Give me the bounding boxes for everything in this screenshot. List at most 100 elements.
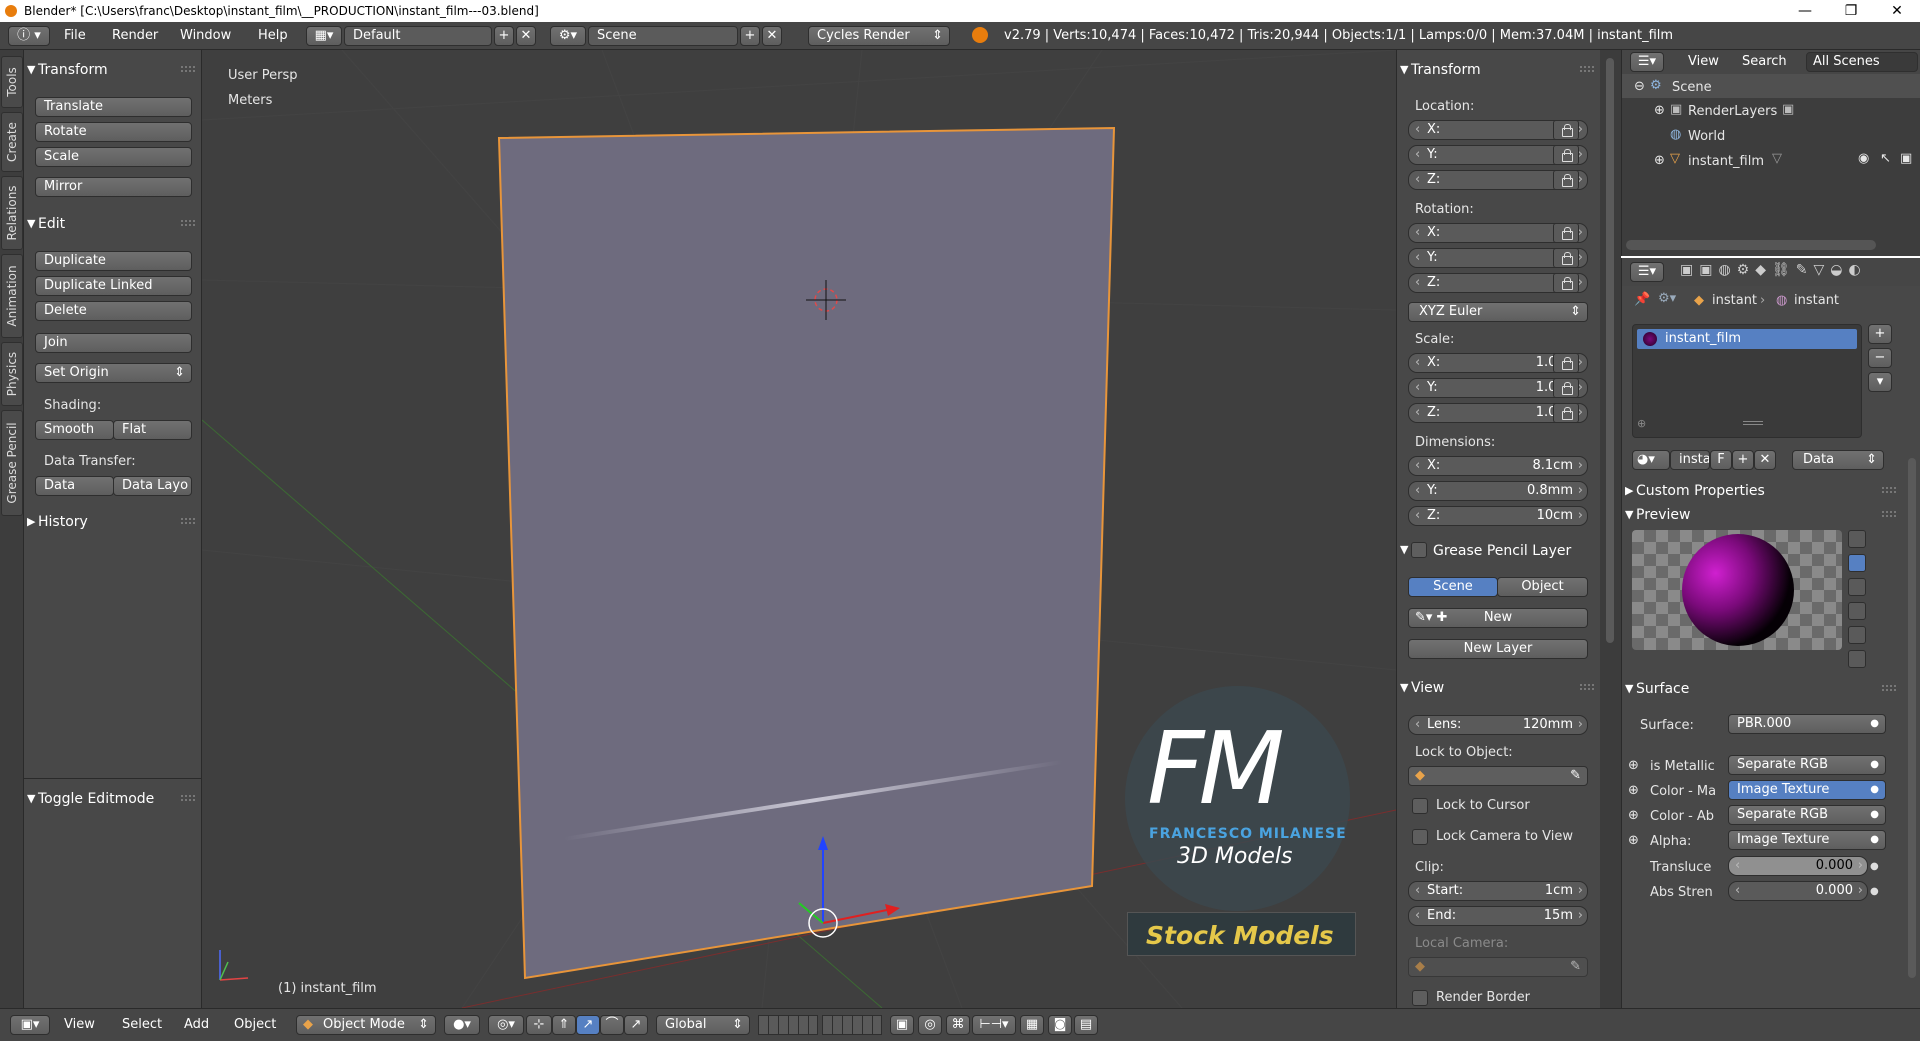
selectable-cursor-icon[interactable]: ↖ (1880, 151, 1891, 166)
renderable-camera-icon[interactable]: ▣ (1900, 151, 1912, 166)
edit-panel-header[interactable]: ▼ Edit (24, 213, 201, 235)
duplicate-button[interactable]: Duplicate (35, 251, 192, 271)
lock-scale-z-icon[interactable] (1553, 403, 1579, 423)
tab-tools[interactable]: Tools (1, 56, 23, 108)
scene-icon[interactable]: ⚙▾ (550, 26, 586, 46)
flat-button[interactable]: Flat (113, 420, 192, 440)
preview-sphere-icon[interactable] (1848, 554, 1866, 572)
material-slot-item[interactable]: instant_film (1637, 329, 1857, 349)
render-engine-select[interactable]: Cycles Render ⇕ (808, 26, 950, 46)
input-metallic-select[interactable]: Separate RGB ● (1728, 755, 1886, 775)
fake-user-button[interactable]: F (1710, 450, 1732, 470)
lock-location-x-icon[interactable] (1553, 120, 1579, 140)
layout-field[interactable]: Default (344, 26, 492, 46)
scale-button[interactable]: Scale (35, 147, 192, 167)
snap-element-icon[interactable]: ⊢⊣▾ (972, 1015, 1016, 1035)
smooth-button[interactable]: Smooth (35, 420, 114, 440)
lock-location-z-icon[interactable] (1553, 170, 1579, 190)
3d-viewport[interactable]: User Persp Meters (1) instant_film FM FR… (202, 50, 1396, 1008)
snap-toggle-icon[interactable]: ⌘ (946, 1015, 970, 1035)
material-specials-icon[interactable]: ▾ (1868, 372, 1892, 392)
lock-camera-checkbox[interactable] (1412, 829, 1428, 845)
clip-end-field[interactable]: End:15m (1408, 906, 1588, 926)
outliner-scrollbar[interactable] (1626, 240, 1876, 250)
menu-help[interactable]: Help (258, 22, 288, 50)
surface-node-select[interactable]: PBR.000 ● (1728, 714, 1886, 734)
transform-orientation-select[interactable]: Global ⇕ (656, 1015, 750, 1035)
gp-new-button[interactable]: ✎▾ ✚ New (1408, 608, 1588, 628)
viewport-menu-select[interactable]: Select (122, 1011, 162, 1039)
layout-icon[interactable]: ▦▾ (306, 26, 342, 46)
manipulator-toggle-icon[interactable]: ⊹ (526, 1015, 552, 1035)
input-alpha-select[interactable]: Image Texture ● (1728, 830, 1886, 850)
custom-properties-header[interactable]: ▶ Custom Properties (1622, 480, 1920, 502)
proportional-edit-icon[interactable]: ◎ (918, 1015, 942, 1035)
lens-field[interactable]: Lens:120mm (1408, 715, 1588, 735)
rotate-manipulator-icon[interactable]: ↗ (576, 1015, 600, 1035)
outliner-search-menu[interactable]: Search (1742, 50, 1787, 74)
outliner-item-world[interactable]: World (1688, 129, 1725, 144)
translucency-field[interactable]: 0.000 (1728, 856, 1868, 876)
remove-material-slot-icon[interactable]: − (1868, 348, 1892, 368)
add-layout-icon[interactable]: + (494, 26, 514, 46)
local-camera-field[interactable]: ◆ ✎ (1408, 957, 1588, 977)
maximize-button[interactable]: ❐ (1828, 0, 1874, 22)
rotation-mode-select[interactable]: XYZ Euler ⇕ (1408, 302, 1588, 322)
outliner-filter-select[interactable]: All Scenes (1806, 52, 1918, 72)
layers-grid-b[interactable] (822, 1015, 882, 1035)
editor-type-icon[interactable]: ⓘ ▾ (8, 26, 50, 46)
mirror-button[interactable]: Mirror (35, 177, 192, 197)
translate-manipulator-icon[interactable]: ⇑ (552, 1015, 576, 1035)
scale-manipulator-icon[interactable]: ⌒ (600, 1015, 624, 1035)
translate-button[interactable]: Translate (35, 97, 192, 117)
n-panel-scrollbar[interactable] (1600, 50, 1621, 1008)
pin-icon[interactable]: 📌 (1634, 292, 1650, 307)
mode-select[interactable]: ◆ Object Mode ⇕ (296, 1015, 436, 1035)
dimension-y-field[interactable]: Y:0.8mm (1408, 481, 1588, 501)
gp-new-layer-button[interactable]: New Layer (1408, 639, 1588, 659)
new-material-icon[interactable]: + (1732, 450, 1754, 470)
preview-hair-icon[interactable] (1848, 626, 1866, 644)
preview-monkey-icon[interactable] (1848, 602, 1866, 620)
menu-file[interactable]: File (64, 22, 86, 50)
join-button[interactable]: Join (35, 333, 192, 353)
grease-pencil-toggle[interactable] (1411, 542, 1427, 558)
shading-mode-icon[interactable]: ●▾ (444, 1015, 480, 1035)
render-still-icon[interactable]: ◙ (1048, 1015, 1072, 1035)
layers-grid-a[interactable] (758, 1015, 818, 1035)
lock-rotation-z-icon[interactable] (1553, 273, 1579, 293)
view-panel-header[interactable]: ▼ View (1397, 677, 1600, 699)
data-button[interactable]: Data (35, 476, 114, 496)
properties-editor-icon[interactable]: ☰▾ (1630, 262, 1664, 282)
material-browse-icon[interactable]: ◕▾ (1632, 450, 1670, 470)
n-transform-header[interactable]: ▼ Transform (1397, 59, 1600, 81)
tab-relations[interactable]: Relations (1, 176, 23, 250)
minimize-button[interactable]: — (1782, 0, 1828, 22)
lock-rotation-x-icon[interactable] (1553, 223, 1579, 243)
tab-physics[interactable]: Physics (1, 342, 23, 406)
dimension-z-field[interactable]: Z:10cm (1408, 506, 1588, 526)
outliner-item-instant-film[interactable]: instant_film (1688, 154, 1764, 169)
snap-target-icon[interactable]: ▦ (1020, 1015, 1044, 1035)
scene-field[interactable]: Scene (588, 26, 738, 46)
rotate-button[interactable]: Rotate (35, 122, 192, 142)
add-material-slot-icon[interactable]: + (1868, 324, 1892, 344)
material-slot-list[interactable]: instant_film ⊕ (1632, 324, 1862, 438)
tab-create[interactable]: Create (1, 112, 23, 172)
viewport-menu-view[interactable]: View (64, 1011, 95, 1039)
outliner-item-scene[interactable]: Scene (1672, 80, 1712, 95)
duplicate-linked-button[interactable]: Duplicate Linked (35, 276, 192, 296)
lock-to-cursor-checkbox[interactable] (1412, 798, 1428, 814)
render-border-checkbox[interactable] (1412, 990, 1428, 1006)
lock-scale-y-icon[interactable] (1553, 378, 1579, 398)
gp-scene-button[interactable]: Scene (1408, 577, 1498, 597)
menu-render[interactable]: Render (112, 22, 158, 50)
lock-scale-x-icon[interactable] (1553, 353, 1579, 373)
outliner-view-menu[interactable]: View (1688, 50, 1719, 74)
toggle-editmode-panel[interactable]: ▼ Toggle Editmode (14, 788, 195, 810)
render-animation-icon[interactable]: ▤ (1074, 1015, 1098, 1035)
transform-panel-header[interactable]: ▼ Transform (24, 59, 201, 81)
history-panel-header[interactable]: ▶ History (24, 511, 201, 533)
add-scene-icon[interactable]: + (740, 26, 760, 46)
lock-location-y-icon[interactable] (1553, 145, 1579, 165)
